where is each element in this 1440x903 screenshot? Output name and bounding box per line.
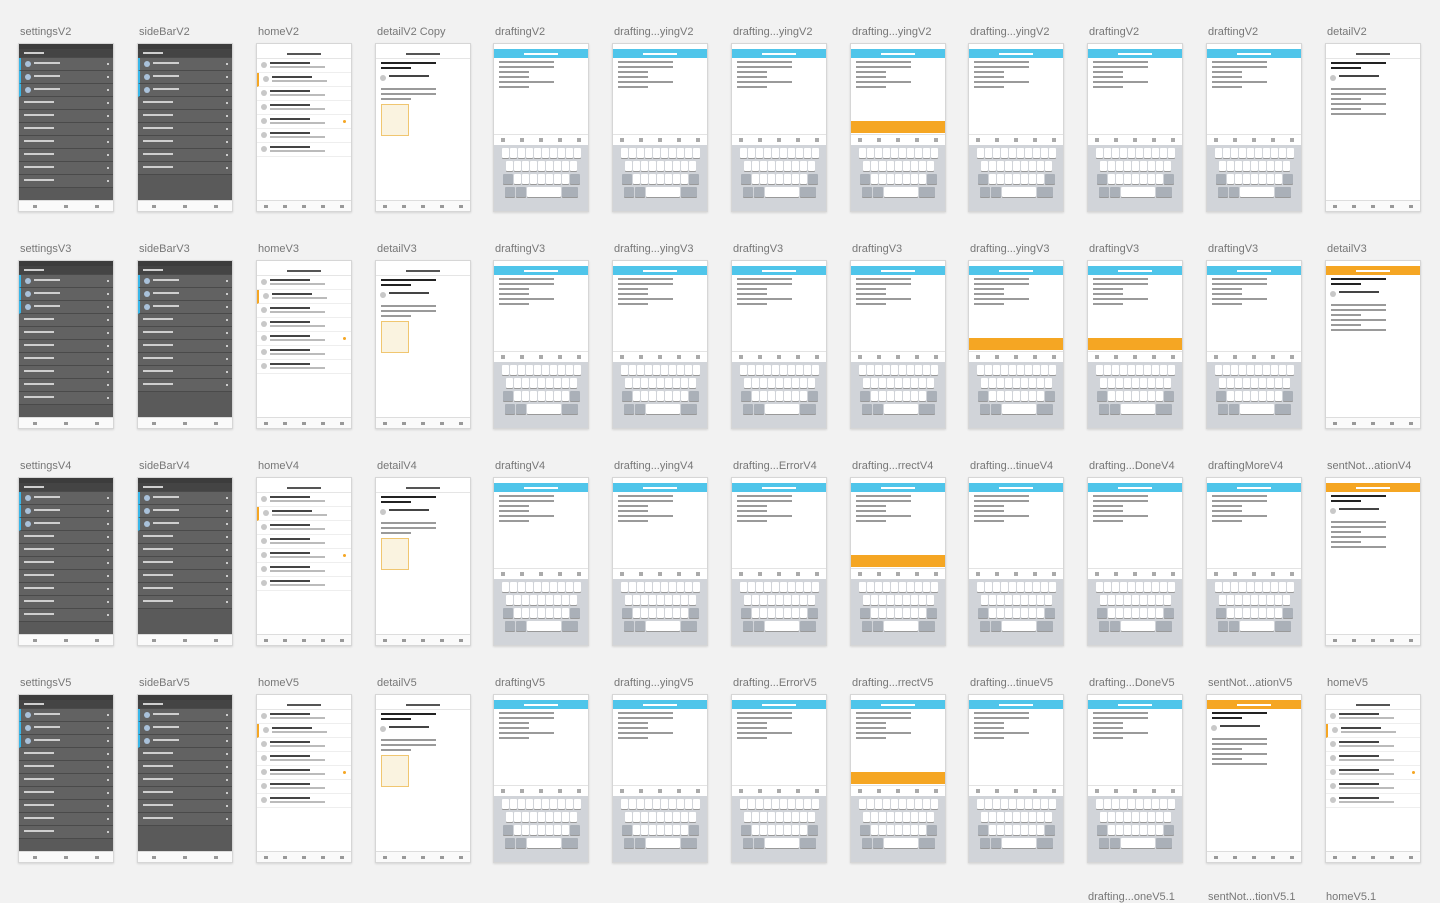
draft-screen-thumbnail[interactable] <box>731 477 827 646</box>
artboard-label[interactable]: detailV3 <box>377 243 417 255</box>
artboard-label[interactable]: settingsV5 <box>20 677 71 689</box>
detail-screen-thumbnail[interactable] <box>375 43 471 212</box>
sidebar-screen-thumbnail[interactable] <box>137 694 233 863</box>
detail-screen-thumbnail[interactable] <box>375 260 471 429</box>
artboard-label[interactable]: sideBarV5 <box>139 677 190 689</box>
detail-screen-thumbnail[interactable] <box>375 694 471 863</box>
artboard-label[interactable]: draftingMoreV4 <box>1208 460 1283 472</box>
artboard-label[interactable]: detailV3 <box>1327 243 1367 255</box>
draft-screen-thumbnail[interactable] <box>1087 43 1183 212</box>
artboard-label[interactable]: drafting...tinueV4 <box>970 460 1053 472</box>
artboard-label[interactable]: sideBarV3 <box>139 243 190 255</box>
settings-screen-thumbnail[interactable] <box>18 477 114 646</box>
artboard-label[interactable]: drafting...yingV2 <box>970 26 1050 38</box>
artboard-label[interactable]: draftingV2 <box>1208 26 1258 38</box>
artboard-label[interactable]: drafting...DoneV5 <box>1089 677 1175 689</box>
artboard-label[interactable]: detailV4 <box>377 460 417 472</box>
detail-screen-thumbnail[interactable] <box>1325 260 1421 429</box>
draft-screen-thumbnail[interactable] <box>612 694 708 863</box>
draft-screen-thumbnail[interactable] <box>612 43 708 212</box>
artboard-label[interactable]: settingsV3 <box>20 243 71 255</box>
detail-screen-thumbnail[interactable] <box>1206 694 1302 863</box>
artboard-label[interactable]: drafting...yingV5 <box>614 677 694 689</box>
home-screen-thumbnail[interactable] <box>256 43 352 212</box>
draft-screen-thumbnail[interactable] <box>493 43 589 212</box>
artboard-label[interactable]: sideBarV2 <box>139 26 190 38</box>
artboard-label[interactable]: homeV2 <box>258 26 299 38</box>
draft-screen-thumbnail[interactable] <box>968 43 1064 212</box>
draft-screen-thumbnail[interactable] <box>1087 260 1183 429</box>
artboard-label[interactable]: homeV5 <box>258 677 299 689</box>
artboard-label[interactable]: detailV5 <box>377 677 417 689</box>
artboard-label[interactable]: draftingV3 <box>1208 243 1258 255</box>
artboard-label[interactable]: drafting...rrectV5 <box>852 677 933 689</box>
home-screen-thumbnail[interactable] <box>1325 694 1421 863</box>
draft-screen-thumbnail[interactable] <box>731 43 827 212</box>
artboard-label[interactable]: draftingV4 <box>495 460 545 472</box>
draft-screen-thumbnail[interactable] <box>731 694 827 863</box>
artboard-label[interactable]: draftingV5 <box>495 677 545 689</box>
detail-screen-thumbnail[interactable] <box>1325 477 1421 646</box>
draft-screen-thumbnail[interactable] <box>731 260 827 429</box>
artboard-label[interactable]: drafting...yingV2 <box>852 26 932 38</box>
artboard-label[interactable]: homeV5.1 <box>1326 891 1376 903</box>
artboard-label[interactable]: draftingV3 <box>852 243 902 255</box>
sidebar-screen-thumbnail[interactable] <box>137 260 233 429</box>
sidebar-screen-thumbnail[interactable] <box>137 477 233 646</box>
detail-screen-thumbnail[interactable] <box>1325 43 1421 212</box>
draft-screen-thumbnail[interactable] <box>850 43 946 212</box>
draft-screen-thumbnail[interactable] <box>850 260 946 429</box>
draft-screen-thumbnail[interactable] <box>612 477 708 646</box>
artboard-label[interactable]: drafting...yingV2 <box>733 26 813 38</box>
draft-screen-thumbnail[interactable] <box>612 260 708 429</box>
artboard-label[interactable]: drafting...ErrorV5 <box>733 677 817 689</box>
settings-screen-thumbnail[interactable] <box>18 694 114 863</box>
draft-screen-thumbnail[interactable] <box>850 477 946 646</box>
artboard-label[interactable]: drafting...DoneV4 <box>1089 460 1175 472</box>
draft-screen-thumbnail[interactable] <box>1206 477 1302 646</box>
home-screen-thumbnail[interactable] <box>256 477 352 646</box>
draft-screen-thumbnail[interactable] <box>493 694 589 863</box>
draft-screen-thumbnail[interactable] <box>1087 694 1183 863</box>
artboard-label[interactable]: sentNot...tionV5.1 <box>1208 891 1295 903</box>
home-screen-thumbnail[interactable] <box>256 694 352 863</box>
artboard-label[interactable]: draftingV2 <box>495 26 545 38</box>
artboard-label[interactable]: drafting...tinueV5 <box>970 677 1053 689</box>
draft-screen-thumbnail[interactable] <box>1206 43 1302 212</box>
artboard-label[interactable]: drafting...yingV4 <box>614 460 694 472</box>
artboard-label[interactable]: draftingV3 <box>495 243 545 255</box>
draft-screen-thumbnail[interactable] <box>493 260 589 429</box>
draft-screen-thumbnail[interactable] <box>1087 477 1183 646</box>
artboard-label[interactable]: settingsV2 <box>20 26 71 38</box>
artboard-label[interactable]: drafting...oneV5.1 <box>1088 891 1175 903</box>
artboard-label[interactable]: draftingV2 <box>1089 26 1139 38</box>
artboard-label[interactable]: drafting...rrectV4 <box>852 460 933 472</box>
artboard-label[interactable]: sideBarV4 <box>139 460 190 472</box>
artboard-label[interactable]: sentNot...ationV5 <box>1208 677 1292 689</box>
draft-screen-thumbnail[interactable] <box>850 694 946 863</box>
artboard-label[interactable]: settingsV4 <box>20 460 71 472</box>
artboard-label[interactable]: homeV3 <box>258 243 299 255</box>
draft-screen-thumbnail[interactable] <box>1206 260 1302 429</box>
artboard-label[interactable]: sentNot...ationV4 <box>1327 460 1411 472</box>
draft-screen-thumbnail[interactable] <box>968 477 1064 646</box>
draft-screen-thumbnail[interactable] <box>968 260 1064 429</box>
sidebar-screen-thumbnail[interactable] <box>137 43 233 212</box>
artboard-label[interactable]: drafting...yingV2 <box>614 26 694 38</box>
draft-screen-thumbnail[interactable] <box>493 477 589 646</box>
detail-screen-thumbnail[interactable] <box>375 477 471 646</box>
artboard-label[interactable]: drafting...yingV3 <box>614 243 694 255</box>
draft-screen-thumbnail[interactable] <box>968 694 1064 863</box>
artboard-label[interactable]: homeV4 <box>258 460 299 472</box>
artboard-label[interactable]: draftingV3 <box>733 243 783 255</box>
artboard-label[interactable]: drafting...yingV3 <box>970 243 1050 255</box>
artboard-label[interactable]: drafting...ErrorV4 <box>733 460 817 472</box>
artboard-label[interactable]: detailV2 <box>1327 26 1367 38</box>
settings-screen-thumbnail[interactable] <box>18 260 114 429</box>
artboard-label[interactable]: draftingV3 <box>1089 243 1139 255</box>
settings-screen-thumbnail[interactable] <box>18 43 114 212</box>
artboard-label[interactable]: detailV2 Copy <box>377 26 446 38</box>
home-screen-thumbnail[interactable] <box>256 260 352 429</box>
artboard-label[interactable]: homeV5 <box>1327 677 1368 689</box>
